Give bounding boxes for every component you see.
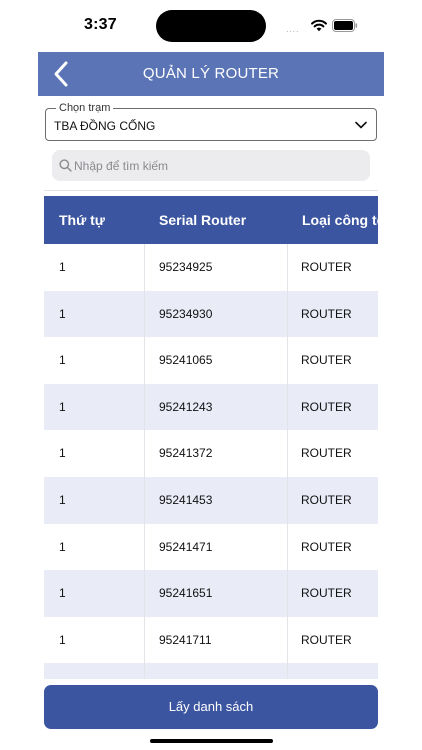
- cell-serial: 95234925: [159, 260, 213, 274]
- cell-type: ROUTER: [301, 353, 352, 368]
- cell-serial: 95241471: [159, 539, 213, 554]
- battery-icon: [332, 19, 358, 32]
- cell-serial: 95241065: [159, 353, 213, 368]
- cell-serial: 95234930: [159, 306, 213, 321]
- cell-type: ROUTER: [301, 539, 352, 554]
- cell-type: ROUTER: [301, 260, 352, 274]
- cell-serial: 95241711: [159, 632, 212, 647]
- table-row[interactable]: 1 95241243 ROUTER: [44, 383, 378, 431]
- cell-order: 1: [59, 446, 66, 461]
- table-body: 1 95234925 ROUTER 1 95234930 ROUTER 1 95…: [44, 244, 378, 679]
- status-time: 3:37: [84, 16, 117, 33]
- cell-order: 1: [59, 492, 66, 507]
- wifi-icon: [311, 19, 327, 32]
- page-title: QUẢN LÝ ROUTER: [142, 65, 280, 82]
- app-header: QUẢN LÝ ROUTER: [38, 52, 384, 96]
- cell-serial: 95241243: [159, 399, 213, 414]
- chevron-down-icon: [355, 121, 367, 129]
- station-select-label: Chọn trạm: [56, 101, 114, 115]
- column-divider: [287, 244, 288, 679]
- search-box: [52, 150, 370, 181]
- station-select-value: TBA ĐỒNG CỐNG: [54, 119, 156, 133]
- cell-order: 1: [59, 260, 66, 274]
- router-table[interactable]: Thứ tự Serial Router Loại công tơ 1 9523…: [44, 196, 378, 679]
- search-icon: [59, 159, 72, 172]
- column-divider: [144, 244, 145, 679]
- table-row[interactable]: 1 95241453 ROUTER: [44, 476, 378, 524]
- home-indicator: [150, 739, 273, 743]
- cell-type: ROUTER: [301, 586, 352, 601]
- cell-type: ROUTER: [301, 446, 352, 461]
- cell-order: 1: [59, 632, 66, 647]
- table-row[interactable]: 1 95241372 ROUTER: [44, 430, 378, 477]
- table-row[interactable]: 1 95241651 ROUTER: [44, 570, 378, 617]
- search-input[interactable]: [74, 150, 364, 181]
- table-row[interactable]: [44, 663, 378, 679]
- status-bar: 3:37 ....: [0, 0, 422, 52]
- dynamic-island: [156, 10, 266, 42]
- cell-type: ROUTER: [301, 632, 352, 647]
- cell-serial: 95241453: [159, 492, 213, 507]
- cell-type: ROUTER: [301, 492, 352, 507]
- status-icons: ....: [286, 18, 358, 35]
- column-header-type[interactable]: Loại công tơ: [302, 196, 378, 244]
- cell-type: ROUTER: [301, 399, 352, 414]
- column-header-serial[interactable]: Serial Router: [159, 196, 246, 244]
- cell-order: 1: [59, 353, 66, 368]
- cell-order: 1: [59, 399, 66, 414]
- table-row[interactable]: 1 95241471 ROUTER: [44, 523, 378, 571]
- table-row[interactable]: 1 95234930 ROUTER: [44, 290, 378, 338]
- cell-serial: 95241372: [159, 446, 213, 461]
- cell-order: 1: [59, 586, 66, 601]
- cell-order: 1: [59, 306, 66, 321]
- cell-order: 1: [59, 539, 66, 554]
- table-row[interactable]: 1 95241711 ROUTER: [44, 616, 378, 664]
- divider: [44, 190, 378, 191]
- column-header-order[interactable]: Thứ tự: [59, 196, 105, 244]
- cell-type: ROUTER: [301, 306, 352, 321]
- fetch-list-button[interactable]: Lấy danh sách: [44, 685, 378, 729]
- table-header: Thứ tự Serial Router Loại công tơ: [44, 196, 378, 244]
- table-row[interactable]: 1 95234925 ROUTER: [44, 244, 378, 291]
- table-row[interactable]: 1 95241065 ROUTER: [44, 337, 378, 384]
- cell-serial: 95241651: [159, 586, 213, 601]
- station-select[interactable]: Chọn trạm TBA ĐỒNG CỐNG: [45, 101, 377, 141]
- cellular-signal-icon: ....: [286, 24, 300, 35]
